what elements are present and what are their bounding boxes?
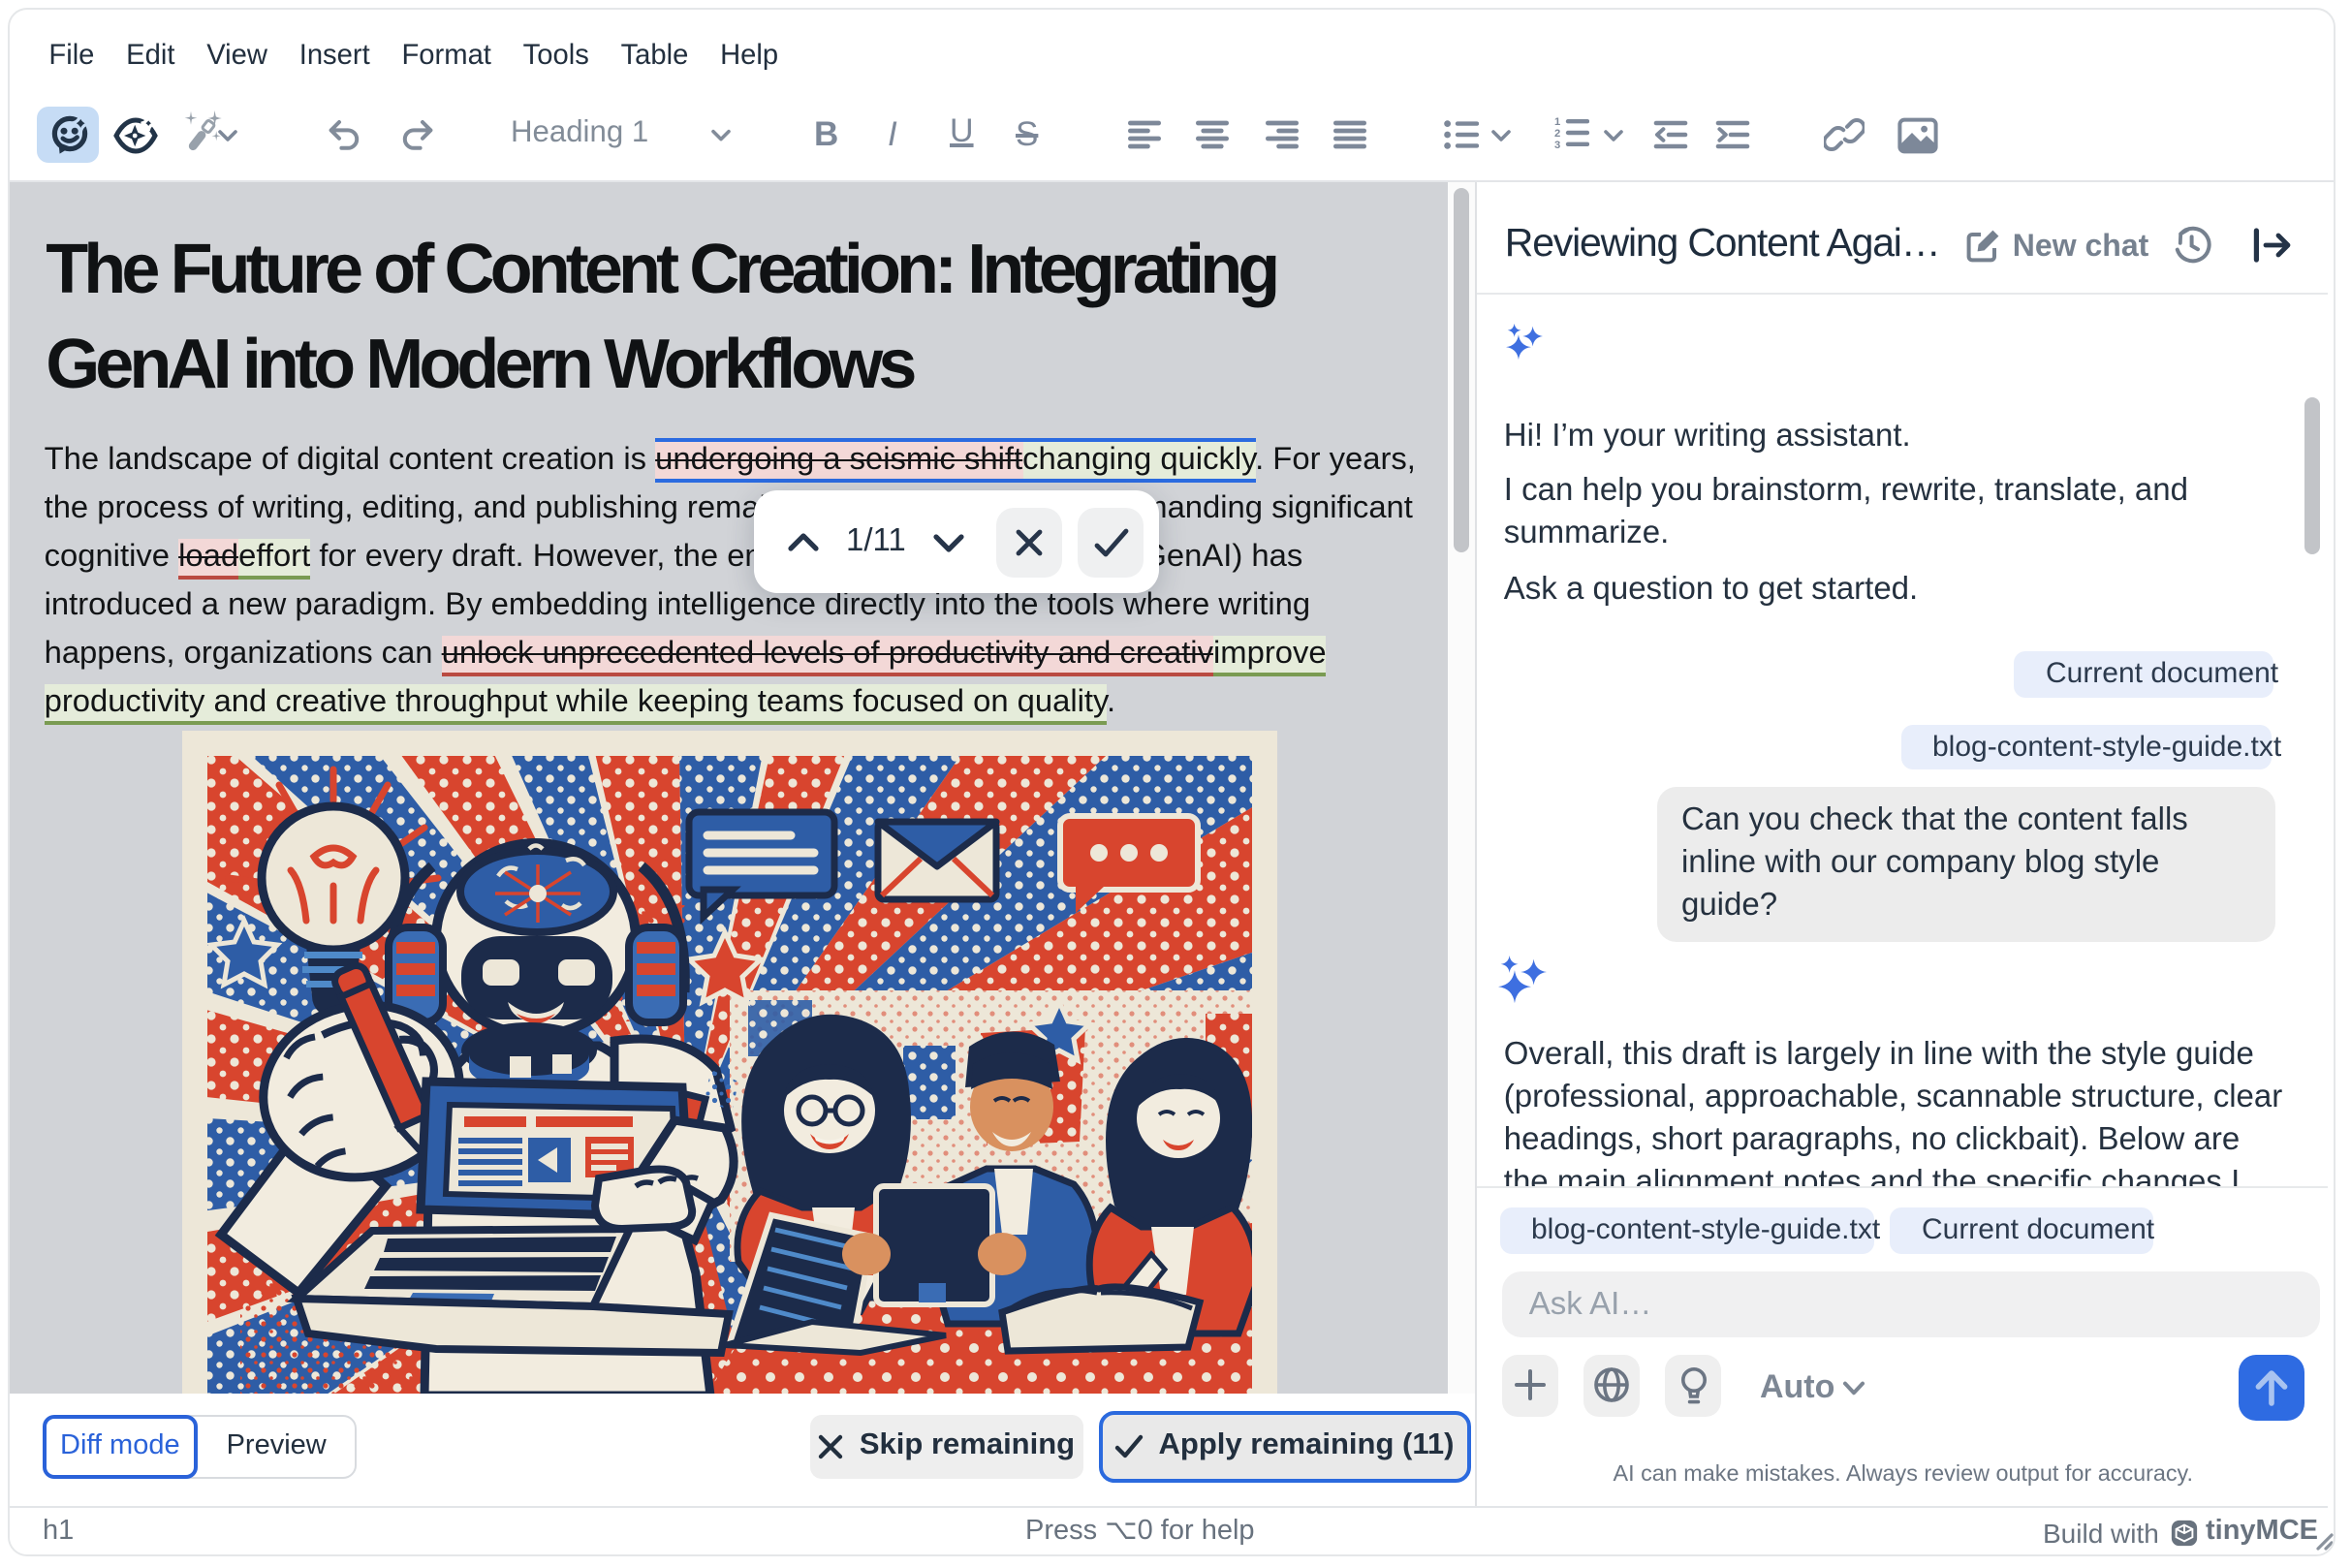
svg-text:3: 3	[1554, 140, 1560, 149]
svg-text:1: 1	[1554, 116, 1560, 128]
svg-text:2: 2	[1554, 128, 1560, 140]
